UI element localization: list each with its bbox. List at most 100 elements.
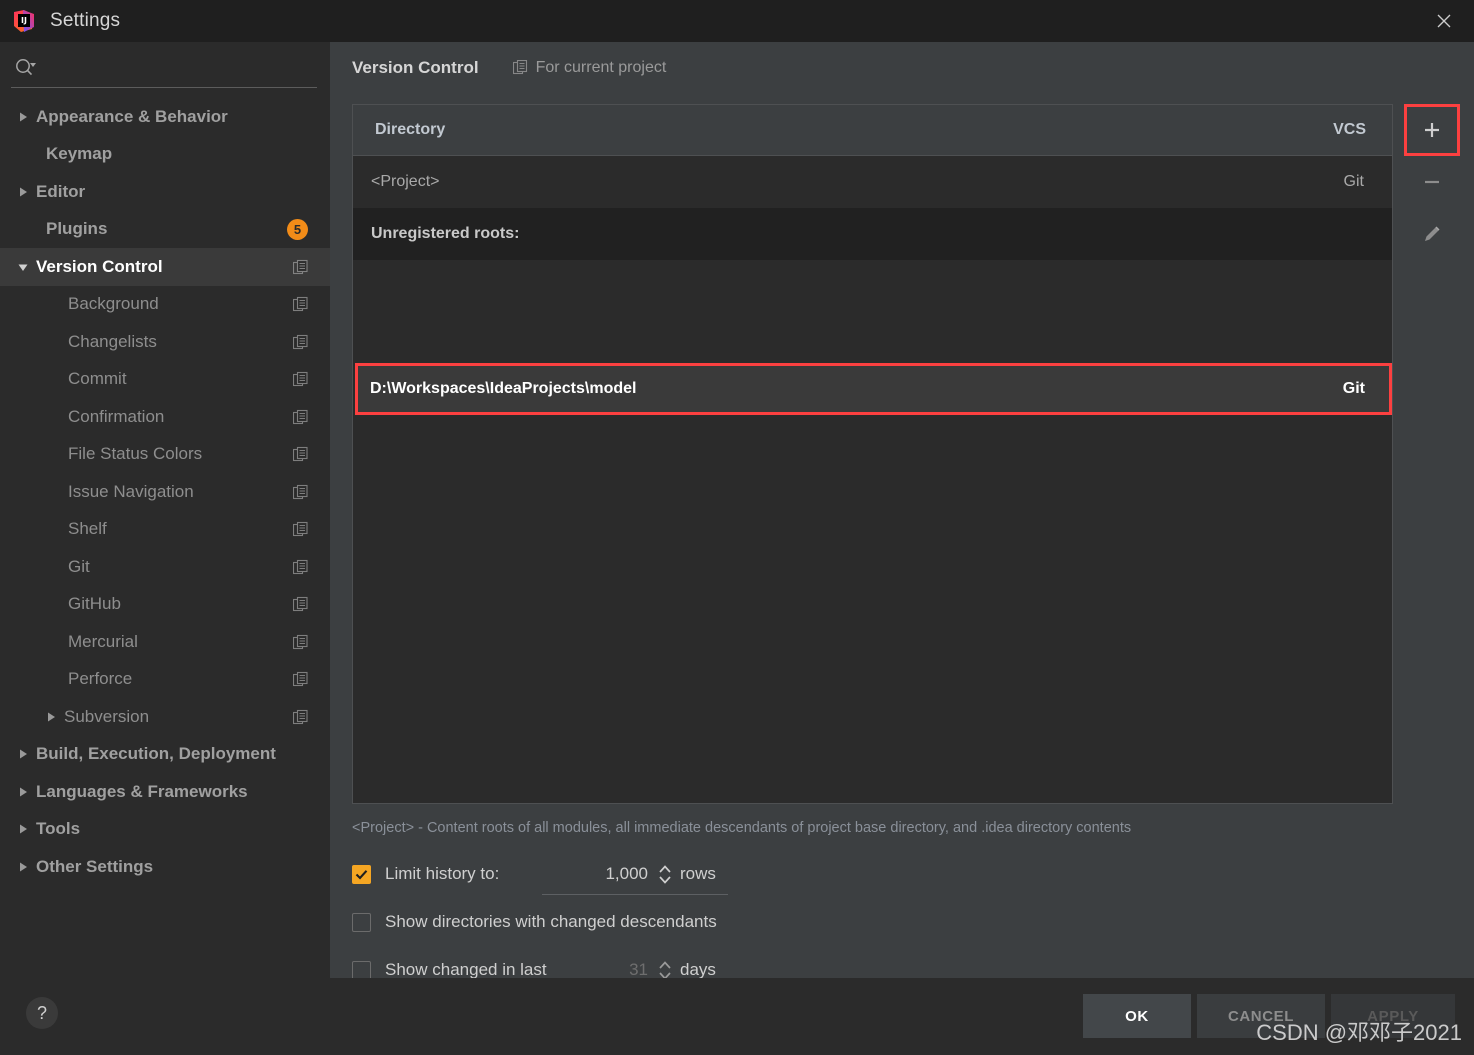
page-title: Version Control: [352, 58, 479, 77]
sidebar-item-label: Editor: [36, 181, 86, 201]
chevron-right-icon[interactable]: [16, 185, 30, 199]
sidebar-item-github[interactable]: GitHub: [0, 586, 330, 624]
help-button[interactable]: ?: [26, 997, 58, 1029]
copy-settings-icon: [293, 634, 308, 649]
limit-history-suffix: rows: [680, 864, 716, 883]
show-changed-days-suffix: days: [680, 960, 716, 979]
sidebar-item-perforce[interactable]: Perforce: [0, 661, 330, 699]
column-header-vcs: VCS: [1333, 121, 1366, 138]
copy-settings-icon: [293, 259, 308, 274]
sidebar-item-label: Keymap: [46, 144, 113, 164]
sidebar-item-label: Appearance & Behavior: [36, 106, 228, 126]
table-row[interactable]: <Project> Git: [353, 156, 1392, 208]
chevron-right-icon[interactable]: [44, 710, 58, 724]
copy-settings-icon: [512, 60, 528, 76]
column-header-directory: Directory: [375, 121, 446, 138]
sidebar-item-other-settings[interactable]: Other Settings: [0, 848, 330, 886]
copy-settings-icon: [293, 709, 308, 724]
sidebar-item-label: Background: [68, 294, 159, 314]
chevron-down-icon[interactable]: [16, 260, 30, 274]
content-header: Version Control For current project: [330, 42, 1474, 94]
sidebar-item-file-status-colors[interactable]: File Status Colors: [0, 436, 330, 474]
project-scope-hint: <Project> - Content roots of all modules…: [352, 820, 1132, 836]
search-icon: [14, 57, 38, 79]
pencil-icon: [1421, 223, 1443, 245]
copy-settings-icon: [293, 559, 308, 574]
table-row: Unregistered roots:: [353, 208, 1392, 260]
sidebar-item-label: Other Settings: [36, 856, 154, 876]
chevron-right-icon[interactable]: [16, 785, 30, 799]
chevron-right-icon[interactable]: [16, 110, 30, 124]
sidebar-item-mercurial[interactable]: Mercurial: [0, 623, 330, 661]
sidebar-item-confirmation[interactable]: Confirmation: [0, 398, 330, 436]
cell-vcs: Git: [1343, 173, 1364, 190]
sidebar-item-label: Languages & Frameworks: [36, 781, 248, 801]
sidebar-item-tools[interactable]: Tools: [0, 811, 330, 849]
vcs-options: Limit history to: 1,000 rows Show direct…: [352, 850, 1352, 994]
sidebar-item-label: Mercurial: [68, 631, 138, 651]
sidebar-item-git[interactable]: Git: [0, 548, 330, 586]
chevron-up-icon: [659, 960, 671, 969]
sidebar-item-changelists[interactable]: Changelists: [0, 323, 330, 361]
cell-directory: D:\Workspaces\IdeaProjects\model: [370, 380, 637, 397]
search-underline: [11, 87, 317, 88]
copy-settings-icon: [293, 334, 308, 349]
add-mapping-button[interactable]: [1404, 104, 1460, 156]
chevron-right-icon[interactable]: [16, 860, 30, 874]
plugins-update-badge: 5: [287, 218, 308, 240]
close-icon[interactable]: [1414, 0, 1474, 42]
limit-history-spinner[interactable]: 1,000 rows: [522, 864, 716, 885]
ok-button[interactable]: OK: [1083, 994, 1191, 1038]
copy-settings-icon: [293, 447, 308, 462]
sidebar-item-label: Shelf: [68, 519, 107, 539]
sidebar-item-commit[interactable]: Commit: [0, 361, 330, 399]
show-directories-checkbox[interactable]: [352, 912, 371, 932]
copy-settings-icon: [293, 597, 308, 612]
chevron-right-icon[interactable]: [16, 822, 30, 836]
sidebar-item-label: Confirmation: [68, 406, 165, 426]
cell-directory: <Project>: [371, 173, 440, 190]
sidebar-item-label: Changelists: [68, 331, 157, 351]
table-toolbar: [1404, 104, 1460, 284]
minus-icon: [1422, 172, 1442, 192]
sidebar-item-label: File Status Colors: [68, 444, 203, 464]
sidebar-item-editor[interactable]: Editor: [0, 173, 330, 211]
limit-history-checkbox[interactable]: [352, 864, 371, 884]
remove-mapping-button[interactable]: [1404, 156, 1460, 208]
chevron-right-icon[interactable]: [16, 747, 30, 761]
sidebar-item-build-execution-deployment[interactable]: Build, Execution, Deployment: [0, 736, 330, 774]
settings-search[interactable]: [0, 42, 330, 94]
sidebar-item-label: Perforce: [68, 669, 133, 689]
search-input[interactable]: [42, 56, 282, 80]
spinner-arrows[interactable]: [658, 864, 672, 885]
cell-section-label: Unregistered roots:: [371, 225, 520, 242]
sidebar-item-subversion[interactable]: Subversion: [0, 698, 330, 736]
sidebar-item-background[interactable]: Background: [0, 286, 330, 324]
chevron-up-icon: [659, 864, 671, 873]
copy-settings-icon: [293, 297, 308, 312]
settings-content-pane: Version Control For current project Dire…: [330, 42, 1474, 1055]
sidebar-item-appearance-behavior[interactable]: Appearance & Behavior: [0, 98, 330, 136]
sidebar-item-version-control[interactable]: Version Control: [0, 248, 330, 286]
table-row-highlighted[interactable]: D:\Workspaces\IdeaProjects\model Git: [355, 363, 1392, 415]
title-bar: IJ Settings: [0, 0, 1474, 42]
sidebar-item-label: Subversion: [64, 706, 150, 726]
sidebar-item-shelf[interactable]: Shelf: [0, 511, 330, 549]
window-title: Settings: [50, 10, 121, 31]
chevron-down-icon: [659, 875, 671, 884]
show-changed-in-last-checkbox[interactable]: [352, 960, 371, 980]
cancel-button[interactable]: CANCEL: [1197, 994, 1325, 1038]
sidebar-item-issue-navigation[interactable]: Issue Navigation: [0, 473, 330, 511]
scope-indicator[interactable]: For current project: [512, 59, 667, 77]
intellij-idea-logo-icon: IJ: [12, 9, 36, 33]
copy-settings-icon: [293, 484, 308, 499]
plus-icon: [1422, 120, 1442, 140]
sidebar-item-languages-frameworks[interactable]: Languages & Frameworks: [0, 773, 330, 811]
sidebar-item-label: Issue Navigation: [68, 481, 194, 501]
scope-label: For current project: [535, 59, 667, 76]
sidebar-item-keymap[interactable]: Keymap: [0, 136, 330, 174]
apply-button[interactable]: APPLY: [1331, 994, 1455, 1038]
edit-mapping-button[interactable]: [1404, 208, 1460, 260]
sidebar-item-plugins[interactable]: Plugins 5: [0, 211, 330, 249]
sidebar-item-label: GitHub: [68, 594, 121, 614]
